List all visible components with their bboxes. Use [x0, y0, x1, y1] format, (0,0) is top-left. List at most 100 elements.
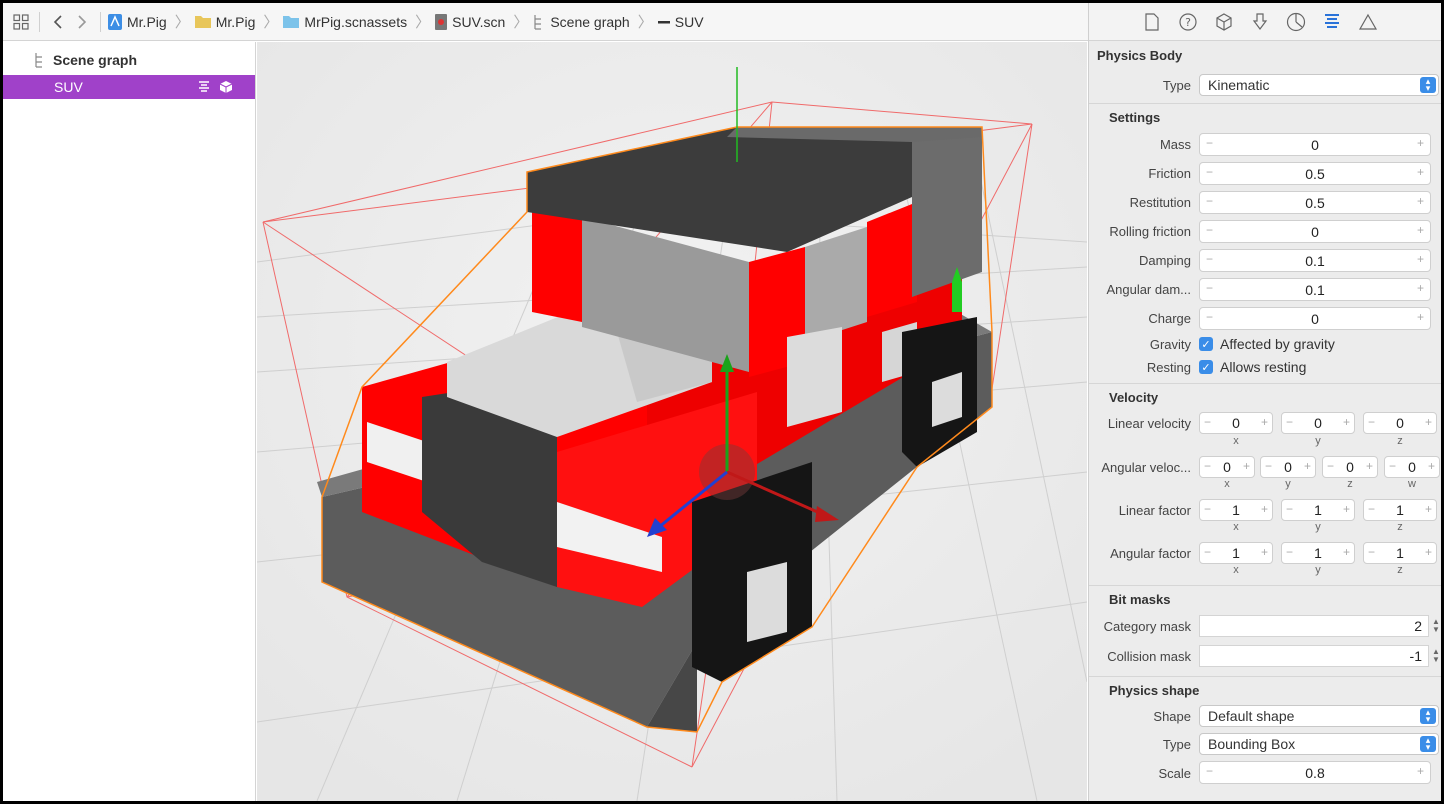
body-type-popup[interactable]: Kinematic ▴ ▾ — [1199, 74, 1439, 96]
crumb-label: Mr.Pig — [127, 13, 167, 30]
type-label: Type — [1162, 78, 1191, 93]
crumb-label: SUV.scn — [452, 13, 506, 30]
attributes-inspector-icon[interactable] — [1249, 11, 1271, 33]
linear-factor-z[interactable]: −1 + — [1363, 499, 1437, 521]
physics-shape-title: Physics shape — [1109, 683, 1200, 698]
restitution-value[interactable]: 0.5 — [1200, 195, 1430, 211]
linear-factor-x[interactable]: −1 + — [1199, 499, 1273, 521]
increment-icon[interactable]: + — [1243, 459, 1250, 473]
linear-velocity-label: Linear velocity — [1107, 416, 1191, 431]
restitution-stepper[interactable]: −0.5 + — [1199, 191, 1431, 214]
increment-icon[interactable]: + — [1343, 545, 1350, 559]
scale-label: Scale — [1158, 766, 1191, 781]
angular-factor-x[interactable]: −1 + — [1199, 542, 1273, 564]
angular-velocity-x[interactable]: −0 + — [1199, 456, 1255, 478]
damping-label: Damping — [1138, 253, 1191, 268]
shape-type-popup[interactable]: Bounding Box ▴ ▾ — [1199, 733, 1439, 755]
outline-header[interactable]: Scene graph — [3, 48, 255, 72]
category-mask-stepper-icon[interactable]: ▲ ▼ — [1431, 615, 1441, 637]
increment-icon[interactable]: + — [1417, 281, 1424, 295]
increment-icon[interactable]: + — [1425, 415, 1432, 429]
crumb-project[interactable]: Mr.Pig — [107, 13, 167, 31]
friction-value[interactable]: 0.5 — [1200, 166, 1430, 182]
angular-factor-z[interactable]: −1 + — [1363, 542, 1437, 564]
increment-icon[interactable]: + — [1366, 459, 1373, 473]
scale-value[interactable]: 0.8 — [1200, 765, 1430, 781]
increment-icon[interactable]: + — [1261, 415, 1268, 429]
angular-velocity-z[interactable]: −0 + — [1322, 456, 1378, 478]
back-button[interactable] — [46, 10, 70, 34]
angular-factor-y[interactable]: −1 + — [1281, 542, 1355, 564]
collision-mask-field[interactable]: -1 — [1199, 645, 1429, 667]
crumb-scnassets[interactable]: MrPig.scnassets — [282, 14, 407, 30]
increment-icon[interactable]: + — [1417, 194, 1424, 208]
crumb-label: Scene graph — [550, 13, 630, 30]
linear-velocity-y[interactable]: −0 + — [1281, 412, 1355, 434]
scene-file-icon — [435, 13, 448, 30]
increment-icon[interactable]: + — [1304, 459, 1311, 473]
crumb-node[interactable]: SUV — [657, 14, 704, 30]
angular-damping-value[interactable]: 0.1 — [1200, 282, 1430, 298]
increment-icon[interactable]: + — [1417, 252, 1424, 266]
folder-icon — [194, 16, 211, 28]
gravity-checkbox[interactable]: ✓ Affected by gravity — [1199, 336, 1335, 352]
collision-mask-stepper-icon[interactable]: ▲ ▼ — [1431, 645, 1441, 667]
crumb-scene-graph[interactable]: Scene graph — [532, 13, 630, 30]
related-items-icon[interactable] — [9, 10, 33, 34]
node-inspector-icon[interactable] — [1213, 11, 1235, 33]
quick-help-icon[interactable]: ? — [1177, 11, 1199, 33]
category-mask-field[interactable]: 2 — [1199, 615, 1429, 637]
rolling-friction-stepper[interactable]: −0 + — [1199, 220, 1431, 243]
file-inspector-icon[interactable] — [1141, 11, 1163, 33]
increment-icon[interactable]: + — [1261, 545, 1268, 559]
physics-inspector-icon[interactable] — [1321, 11, 1343, 33]
xcode-window: Mr.Pig 〉 Mr.Pig 〉 MrPig.scnassets 〉 SUV.… — [3, 3, 1441, 801]
linear-velocity-x[interactable]: −0 + — [1199, 412, 1273, 434]
increment-icon[interactable]: + — [1417, 764, 1424, 778]
chevron-right-icon: 〉 — [415, 14, 431, 31]
increment-icon[interactable]: + — [1417, 165, 1424, 179]
charge-stepper[interactable]: −0 + — [1199, 307, 1431, 330]
friction-stepper[interactable]: −0.5 + — [1199, 162, 1431, 185]
damping-value[interactable]: 0.1 — [1200, 253, 1430, 269]
increment-icon[interactable]: + — [1261, 502, 1268, 516]
increment-icon[interactable]: + — [1425, 502, 1432, 516]
forward-button[interactable] — [70, 10, 94, 34]
physics-icon — [199, 81, 209, 92]
scale-stepper[interactable]: −0.8 + — [1199, 761, 1431, 784]
damping-stepper[interactable]: −0.1 + — [1199, 249, 1431, 272]
mass-value[interactable]: 0 — [1200, 137, 1430, 153]
increment-icon[interactable]: + — [1343, 415, 1350, 429]
chevron-right-icon: 〉 — [513, 14, 529, 31]
resting-checkbox[interactable]: ✓ Allows resting — [1199, 359, 1306, 375]
increment-icon[interactable]: + — [1425, 545, 1432, 559]
crumb-group[interactable]: Mr.Pig — [194, 14, 255, 30]
popup-chevron-icon: ▴ ▾ — [1420, 708, 1436, 724]
linear-factor-y[interactable]: −1 + — [1281, 499, 1355, 521]
section-divider — [1089, 585, 1441, 586]
axis-label: x — [1233, 521, 1239, 533]
increment-icon[interactable]: + — [1417, 223, 1424, 237]
outline-item-suv[interactable]: SUV — [3, 75, 255, 99]
shape-popup[interactable]: Default shape ▴ ▾ — [1199, 705, 1439, 727]
linear-velocity-z[interactable]: −0 + — [1363, 412, 1437, 434]
increment-icon[interactable]: + — [1428, 459, 1435, 473]
angular-damping-stepper[interactable]: −0.1 + — [1199, 278, 1431, 301]
friction-label: Friction — [1148, 166, 1191, 181]
rolling-friction-value[interactable]: 0 — [1200, 224, 1430, 240]
increment-icon[interactable]: + — [1343, 502, 1350, 516]
checkmark-icon[interactable]: ✓ — [1199, 360, 1213, 374]
material-inspector-icon[interactable] — [1285, 11, 1307, 33]
scene-inspector-icon[interactable] — [1357, 11, 1379, 33]
mass-stepper[interactable]: −0 + — [1199, 133, 1431, 156]
angular-velocity-w[interactable]: −0 + — [1384, 456, 1440, 478]
increment-icon[interactable]: + — [1417, 136, 1424, 150]
scene-viewport[interactable] — [257, 42, 1087, 801]
crumb-scene-file[interactable]: SUV.scn — [434, 13, 505, 31]
outline-header-label: Scene graph — [53, 52, 138, 68]
scene-graph-icon — [534, 14, 542, 30]
increment-icon[interactable]: + — [1417, 310, 1424, 324]
checkmark-icon[interactable]: ✓ — [1199, 337, 1213, 351]
angular-velocity-y[interactable]: −0 + — [1260, 456, 1316, 478]
charge-value[interactable]: 0 — [1200, 311, 1430, 327]
